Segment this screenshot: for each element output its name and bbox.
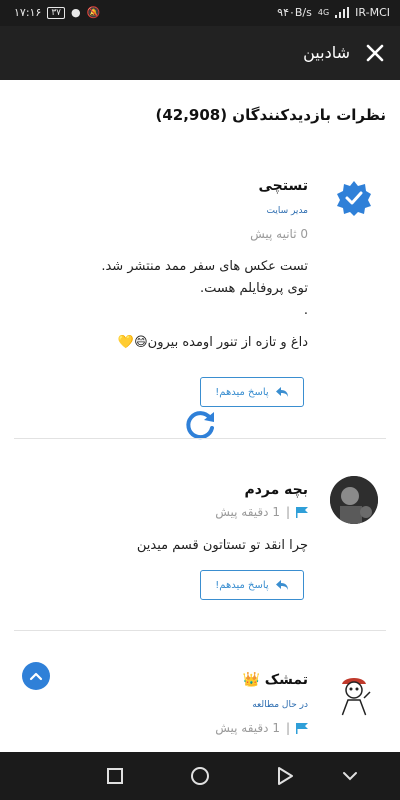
flag-icon[interactable] — [296, 506, 308, 518]
back-icon[interactable] — [275, 766, 295, 786]
clock: ۱۷:۱۶ — [14, 6, 42, 19]
battery-icon: ۳۷ — [47, 6, 66, 19]
comment-author[interactable]: تمشک 👑 — [242, 672, 308, 688]
app-title: شادبین — [303, 43, 350, 62]
system-nav-bar — [0, 752, 400, 800]
verified-badge-icon — [337, 181, 371, 216]
comments-panel[interactable]: نظرات بازدیدکنندگان (42,908) تستچی مدیر … — [0, 80, 400, 752]
reply-icon — [275, 387, 288, 397]
comment-author[interactable]: بچه مردم — [244, 482, 308, 498]
flag-icon[interactable] — [296, 722, 308, 734]
avatar[interactable] — [330, 476, 378, 524]
mute-icon: 🔕 — [86, 6, 101, 19]
network-speed: ۹۴۰B/s — [277, 6, 312, 19]
recent-apps-icon[interactable] — [105, 766, 125, 786]
divider — [14, 630, 386, 631]
comment-time: | 1 دقیقه پیش — [215, 721, 308, 735]
comment-body: تست عکس های سفر ممد منتشر شد. توی پروفای… — [101, 259, 308, 350]
comment-time: 0 ثانیه پیش — [250, 227, 308, 241]
close-icon[interactable] — [364, 42, 386, 64]
comment-author[interactable]: تستچی — [259, 178, 308, 194]
avatar[interactable] — [330, 670, 378, 718]
author-role: در حال مطالعه — [252, 700, 308, 710]
avatar-photo — [330, 476, 378, 524]
signal-icon — [335, 7, 350, 18]
reply-button[interactable]: پاسخ میدهم! — [200, 377, 304, 407]
carrier: IR-MCI — [355, 6, 390, 19]
reply-icon — [275, 580, 288, 590]
notification-icon: ● — [71, 6, 81, 19]
chevron-down-icon[interactable] — [340, 766, 360, 786]
app-bar: شادبین — [0, 26, 400, 80]
avatar-illustration — [330, 670, 378, 718]
comment-body: چرا انقد تو تستاتون قسم میدین — [136, 538, 308, 553]
author-role: مدیر سایت — [266, 206, 308, 216]
chevron-up-icon — [29, 672, 43, 681]
home-icon[interactable] — [190, 766, 210, 786]
status-bar: ۱۷:۱۶ ۳۷ ● 🔕 ۹۴۰B/s 4G IR-MCI — [0, 0, 400, 26]
comment-time: | 1 دقیقه پیش — [215, 505, 308, 519]
section-title: نظرات بازدیدکنندگان (42,908) — [155, 106, 386, 124]
divider — [14, 438, 386, 439]
reply-button[interactable]: پاسخ میدهم! — [200, 570, 304, 600]
network-type: 4G — [317, 8, 330, 17]
scroll-to-top-button[interactable] — [22, 662, 50, 690]
